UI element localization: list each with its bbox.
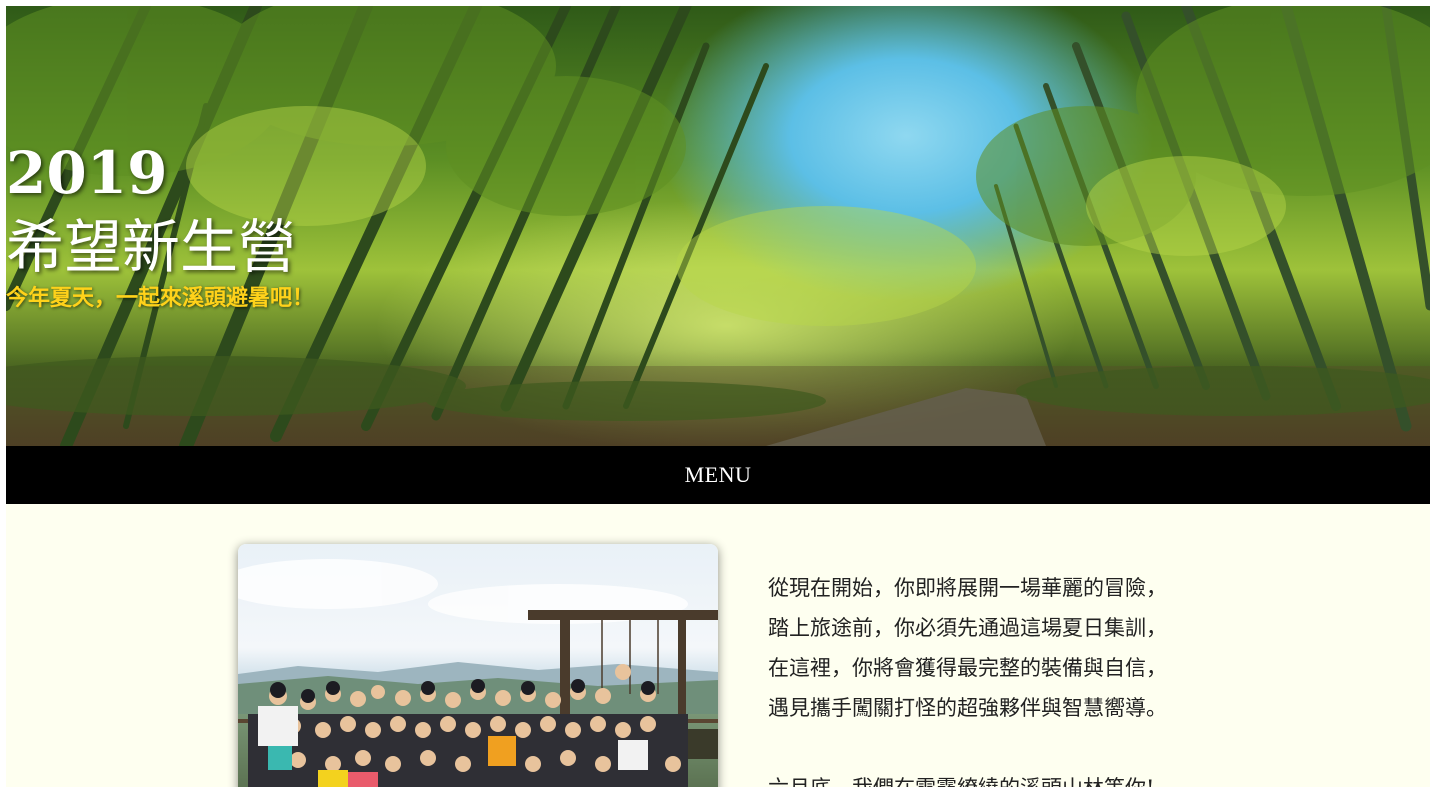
intro-line: 在這裡，你將會獲得最完整的裝備與自信，: [768, 656, 1167, 680]
hero-title: 希望新生營: [6, 213, 297, 281]
group-photo-image: [238, 559, 718, 787]
hero-subtitle: 今年夏天，一起來溪頭避暑吧！: [6, 285, 315, 311]
hero-banner: 2019 希望新生營 今年夏天，一起來溪頭避暑吧！: [6, 6, 1430, 446]
group-photo: [238, 544, 718, 787]
intro-line: 遇見攜手闖關打怪的超強夥伴與智慧嚮導。: [768, 696, 1167, 720]
intro-line: 踏上旅途前，你必須先通過這場夏日集訓，: [768, 616, 1167, 640]
hero-year: 2019: [6, 139, 168, 207]
menu-button[interactable]: MENU: [685, 462, 752, 488]
page: 2019 希望新生營 今年夏天，一起來溪頭避暑吧！ MENU 從現在開始，你即將…: [6, 6, 1430, 787]
intro-closing-line: 六月底，我們在雲霧繚繞的溪頭山林等你!: [768, 768, 1288, 787]
menu-bar: MENU: [6, 446, 1430, 504]
intro-line: 從現在開始，你即將展開一場華麗的冒險，: [768, 576, 1167, 600]
intro-text: 從現在開始，你即將展開一場華麗的冒險， 踏上旅途前，你必須先通過這場夏日集訓， …: [768, 568, 1288, 787]
